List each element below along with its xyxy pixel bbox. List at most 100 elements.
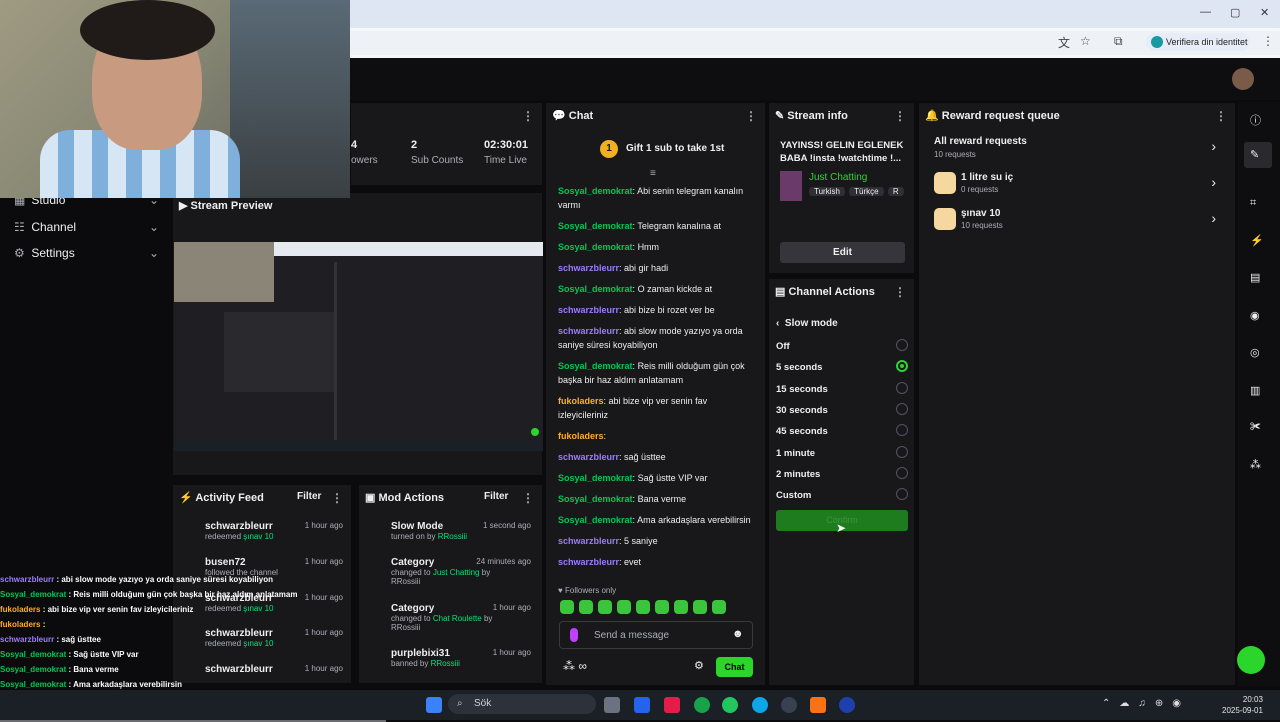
windows-start-icon[interactable] (426, 697, 442, 713)
chat-username[interactable]: schwarzbleurr (558, 557, 619, 567)
chat-tools-icon[interactable]: ⁂ ∞ (563, 659, 587, 673)
chat-username[interactable]: Sosyal_demokrat (558, 515, 633, 525)
radio-button[interactable] (896, 445, 908, 458)
chat-username[interactable]: schwarzbleurr (558, 452, 619, 462)
verify-identity-button[interactable]: Verifiera din identitet (1146, 33, 1250, 51)
netflix-icon[interactable] (664, 697, 680, 713)
help-headset-button[interactable] (1237, 646, 1265, 674)
taskbar-clock[interactable]: 20:03 2025-09-01 (1222, 694, 1263, 716)
radio-button[interactable] (896, 466, 908, 479)
slow-mode-option[interactable]: 2 minutes (776, 466, 908, 480)
info-icon[interactable]: ⓘ (1250, 112, 1261, 128)
extensions-icon[interactable]: ⧉ (1114, 34, 1123, 49)
chat-username[interactable]: schwarzbleurr (558, 536, 619, 546)
reward-row[interactable]: 1 litre su iç 0 requests › (934, 172, 1224, 194)
chat-bubble-icon[interactable]: ◉ (1250, 309, 1260, 322)
radio-button[interactable] (896, 488, 908, 501)
chat-username[interactable]: fukoladers (558, 431, 604, 441)
chat-message-input[interactable]: Send a message (559, 621, 753, 649)
radio-button[interactable] (896, 339, 908, 351)
slow-mode-option[interactable]: 45 seconds (776, 424, 908, 437)
taskbar-search[interactable]: ⌕ Sök (448, 694, 596, 714)
slow-mode-option[interactable]: 5 seconds (776, 360, 908, 373)
kebab-menu-icon[interactable]: ⋮ (894, 279, 906, 305)
radio-button[interactable] (896, 360, 908, 373)
kebab-menu-icon[interactable]: ⋮ (522, 485, 534, 511)
kebab-menu-icon[interactable]: ⋮ (1215, 103, 1227, 129)
kebab-menu-icon[interactable]: ⋮ (745, 103, 757, 129)
emote-bar[interactable] (560, 600, 756, 616)
wrench-icon[interactable]: ✀ (1250, 421, 1261, 434)
chat-username[interactable]: schwarzbleurr (558, 326, 619, 336)
emote-icon[interactable] (617, 600, 631, 614)
slow-mode-back-button[interactable]: ‹ Slow mode (776, 318, 838, 329)
tag[interactable]: Turkish (809, 187, 845, 196)
broadcast-icon[interactable]: ◎ (1250, 346, 1260, 359)
emote-icon[interactable] (693, 600, 707, 614)
slow-mode-option[interactable]: 1 minute (776, 445, 908, 459)
obs-icon[interactable] (781, 697, 797, 713)
stream-preview-video[interactable] (174, 242, 543, 451)
tag[interactable]: R (887, 187, 904, 196)
apps-icon[interactable]: ⁂ (1250, 458, 1261, 471)
screen-capture-icon[interactable]: ⌗ (1250, 197, 1256, 210)
taskview-icon[interactable] (604, 697, 620, 713)
translate-icon[interactable]: 文 (1058, 34, 1070, 51)
emote-icon[interactable] (560, 600, 574, 614)
mod-action-row[interactable]: Category changed to Just Chatting by RRos… (371, 557, 536, 586)
system-tray-icons[interactable]: ⌃☁♫⊕◉ (1102, 698, 1190, 709)
emote-icon[interactable] (636, 600, 650, 614)
document-icon[interactable]: ▤ (1250, 271, 1260, 284)
browser-menu-icon[interactable]: ⋮ (1262, 34, 1274, 48)
edit-pencil-icon[interactable]: ✎ (1250, 148, 1259, 161)
edge-icon[interactable] (752, 697, 768, 713)
chat-username[interactable]: Sosyal_demokrat (558, 186, 633, 196)
kebab-menu-icon[interactable]: ⋮ (894, 103, 906, 129)
all-reward-requests-row[interactable]: All reward requests 10 requests › (934, 136, 1224, 159)
layout-icon[interactable]: ▥ (1250, 384, 1260, 397)
emote-icon[interactable] (655, 600, 669, 614)
chrome-icon[interactable] (694, 697, 710, 713)
chat-settings-gear-icon[interactable]: ⚙ (694, 659, 704, 672)
mod-filter-button[interactable]: Filter (484, 491, 508, 502)
activity-filter-button[interactable]: Filter (297, 491, 321, 502)
gift-sub-banner[interactable]: 1 Gift 1 sub to take 1st (600, 140, 724, 158)
mic-icon[interactable] (570, 628, 578, 642)
slow-mode-option[interactable]: Off (776, 339, 908, 352)
radio-button[interactable] (896, 381, 908, 394)
user-avatar[interactable] (1232, 68, 1254, 90)
chat-username[interactable]: Sosyal_demokrat (558, 221, 633, 231)
lightning-icon[interactable]: ⚡ (1250, 234, 1264, 247)
close-window-button[interactable]: ✕ (1260, 6, 1269, 19)
mod-action-row[interactable]: Slow Mode turned on by RRossiii 1 second a… (371, 521, 536, 541)
send-chat-button[interactable]: Chat (716, 657, 753, 677)
spotify-icon[interactable] (722, 697, 738, 713)
brave-icon[interactable] (810, 697, 826, 713)
reward-row[interactable]: şınav 10 10 requests › (934, 208, 1224, 230)
chat-username[interactable]: schwarzbleurr (558, 305, 619, 315)
chat-username[interactable]: Sosyal_demokrat (558, 494, 633, 504)
chat-username[interactable]: Sosyal_demokrat (558, 473, 633, 483)
activity-row[interactable]: schwarzbleurr redeemed şınav 10 1 hour ago (183, 521, 348, 541)
mod-action-row[interactable]: Category changed to Chat Roulette by RRos… (371, 603, 536, 632)
chat-username[interactable]: fukoladers (558, 396, 604, 406)
emoji-picker-icon[interactable]: ☻ (732, 628, 744, 640)
chat-username[interactable]: schwarzbleurr (558, 263, 619, 273)
slow-mode-option[interactable]: 15 seconds (776, 381, 908, 395)
minimize-button[interactable]: — (1200, 6, 1211, 18)
chat-username[interactable]: Sosyal_demokrat (558, 361, 633, 371)
maximize-button[interactable]: ▢ (1230, 6, 1240, 19)
slow-mode-option[interactable]: Custom (776, 488, 908, 501)
edit-stream-button[interactable]: Edit (780, 242, 905, 263)
radio-button[interactable] (896, 424, 908, 437)
kebab-menu-icon[interactable]: ⋮ (522, 103, 534, 129)
radio-button[interactable] (896, 402, 908, 415)
emote-icon[interactable] (712, 600, 726, 614)
mod-action-row[interactable]: purplebixi31 banned by RRossiii 1 hour ago (371, 648, 536, 668)
category-thumbnail[interactable] (780, 171, 802, 201)
emote-icon[interactable] (674, 600, 688, 614)
slow-mode-option[interactable]: 30 seconds (776, 402, 908, 416)
steam-icon[interactable] (839, 697, 855, 713)
address-bar[interactable] (300, 31, 1280, 55)
category-link[interactable]: Just Chatting (809, 172, 867, 183)
